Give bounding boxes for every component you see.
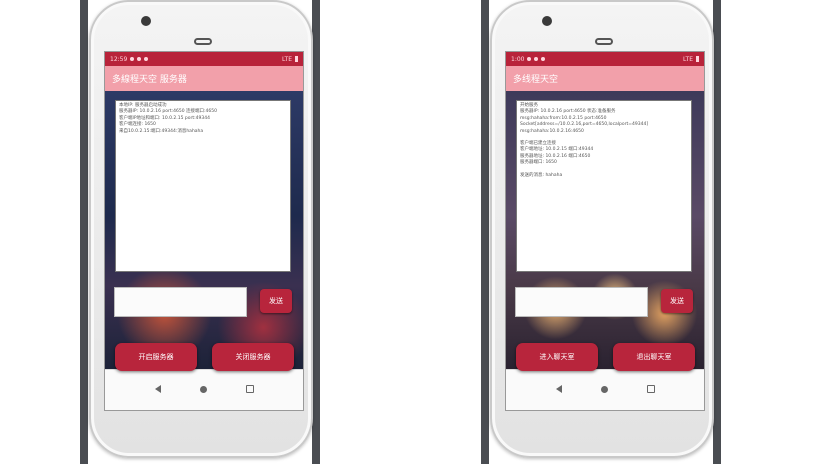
network-label: LTE: [282, 55, 292, 63]
status-time: 1:00: [511, 55, 525, 63]
stop-server-button[interactable]: 关闭服务器: [212, 343, 294, 371]
message-input[interactable]: [114, 287, 247, 317]
message-input[interactable]: [515, 287, 648, 317]
background-strip: [481, 0, 489, 464]
notification-icon: [527, 57, 532, 61]
notification-icon: [541, 57, 546, 61]
home-icon[interactable]: [199, 385, 207, 393]
recent-apps-icon[interactable]: [245, 385, 254, 393]
network-label: LTE: [683, 55, 693, 63]
recent-apps-icon[interactable]: [646, 385, 655, 393]
app-title: 多线程天空: [513, 75, 559, 85]
camera-icon: [542, 16, 552, 26]
log-line: 来自10.0.2.15:端口:49344:消息hahaha: [119, 128, 204, 134]
app-title-bar: 多线程天空: [506, 66, 704, 91]
notification-icon: [534, 57, 539, 61]
status-bar: 1:00 LTE: [506, 52, 704, 66]
nav-bar: [105, 369, 303, 408]
log-line: 发送的消息: hahaha: [520, 172, 563, 178]
notification-icon: [137, 57, 142, 61]
nav-bar: [506, 369, 704, 408]
back-icon[interactable]: [154, 385, 161, 393]
status-time: 12:59: [110, 55, 128, 63]
notification-icon: [144, 57, 149, 61]
speaker-icon: [595, 38, 613, 45]
camera-icon: [141, 16, 151, 26]
phone-frame: 1:00 LTE 多线程天空 开始服务 服务器IP: 10.0.2.16 por…: [490, 0, 714, 458]
background-strip: [312, 0, 320, 464]
phone-frame: 12:59 LTE 多線程天空 服务器 本地IP: 服务器启动成功 服务器IP:…: [89, 0, 313, 458]
notification-icon: [130, 57, 135, 61]
send-button[interactable]: 发送: [661, 289, 693, 313]
battery-icon: [295, 56, 298, 62]
content-area: 本地IP: 服务器启动成功 服务器IP: 10.0.2.16 port:4650…: [105, 91, 303, 371]
exit-chat-button[interactable]: 退出聊天室: [613, 343, 695, 371]
content-area: 开始服务 服务器IP: 10.0.2.16 port:4650 状态:准备服务 …: [506, 91, 704, 371]
phone-screen: 1:00 LTE 多线程天空 开始服务 服务器IP: 10.0.2.16 por…: [505, 51, 705, 411]
send-button[interactable]: 发送: [260, 289, 292, 313]
start-server-button[interactable]: 开启服务器: [115, 343, 197, 371]
app-title: 多線程天空 服务器: [112, 75, 187, 85]
status-bar: 12:59 LTE: [105, 52, 303, 66]
server-phone: 12:59 LTE 多線程天空 服务器 本地IP: 服务器启动成功 服务器IP:…: [80, 0, 320, 464]
speaker-icon: [194, 38, 212, 45]
log-textarea[interactable]: 本地IP: 服务器启动成功 服务器IP: 10.0.2.16 port:4650…: [115, 100, 291, 272]
app-title-bar: 多線程天空 服务器: [105, 66, 303, 91]
log-textarea[interactable]: 开始服务 服务器IP: 10.0.2.16 port:4650 状态:准备服务 …: [516, 100, 692, 272]
client-phone: 1:00 LTE 多线程天空 开始服务 服务器IP: 10.0.2.16 por…: [481, 0, 721, 464]
battery-icon: [696, 56, 699, 62]
phone-screen: 12:59 LTE 多線程天空 服务器 本地IP: 服务器启动成功 服务器IP:…: [104, 51, 304, 411]
background-strip: [713, 0, 721, 464]
back-icon[interactable]: [555, 385, 562, 393]
home-icon[interactable]: [600, 385, 608, 393]
enter-chat-button[interactable]: 进入聊天室: [516, 343, 598, 371]
background-strip: [80, 0, 88, 464]
